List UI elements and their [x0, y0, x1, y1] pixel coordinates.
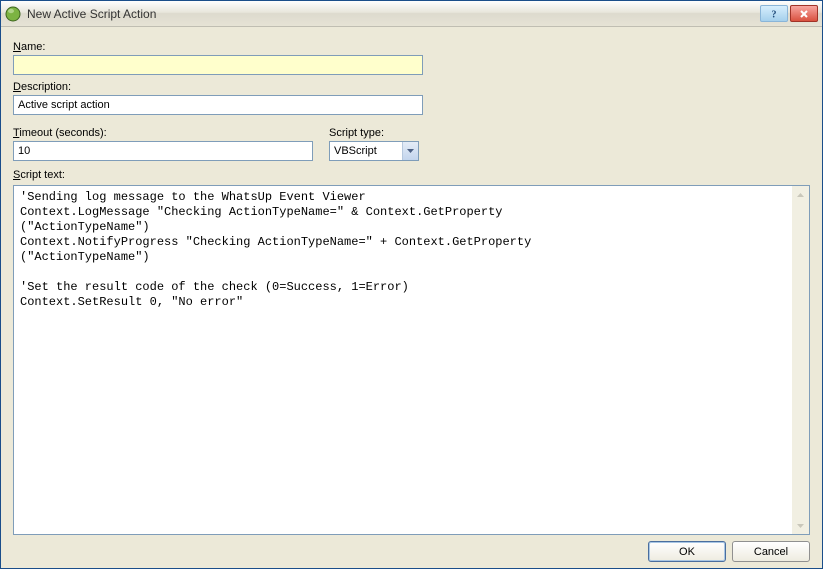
script-type-select[interactable]: VBScript — [329, 141, 419, 161]
vertical-scrollbar[interactable] — [792, 186, 809, 534]
timeout-scripttype-row: Timeout (seconds): Script type: VBScript — [13, 121, 810, 161]
description-label-text: escription: — [21, 81, 71, 93]
script-text-content[interactable]: 'Sending log message to the WhatsUp Even… — [14, 186, 792, 534]
name-input[interactable] — [13, 55, 423, 75]
scroll-down-icon[interactable] — [792, 517, 809, 534]
script-text-label: Script text: — [13, 169, 810, 181]
script-type-label: Script type: — [329, 127, 419, 139]
name-label: Name: — [13, 41, 810, 53]
dialog-window: New Active Script Action ? Name: Descrip… — [0, 0, 823, 569]
dialog-content: Name: Description: Timeout (seconds): Sc… — [1, 27, 822, 568]
ok-button[interactable]: OK — [648, 541, 726, 562]
app-icon — [5, 6, 21, 22]
scroll-up-icon[interactable] — [792, 186, 809, 203]
close-button[interactable] — [790, 5, 818, 22]
titlebar: New Active Script Action ? — [1, 1, 822, 27]
timeout-column: Timeout (seconds): — [13, 121, 313, 161]
description-label-accelerator: D — [13, 81, 21, 93]
window-title: New Active Script Action — [27, 7, 760, 21]
script-text-area[interactable]: 'Sending log message to the WhatsUp Even… — [13, 185, 810, 535]
description-label: Description: — [13, 81, 810, 93]
timeout-input[interactable] — [13, 141, 313, 161]
help-button[interactable]: ? — [760, 5, 788, 22]
timeout-label: Timeout (seconds): — [13, 127, 313, 139]
scroll-track[interactable] — [792, 203, 809, 517]
name-label-accelerator: N — [13, 41, 21, 53]
chevron-down-icon[interactable] — [402, 142, 418, 160]
name-label-text: ame: — [21, 41, 45, 53]
dialog-button-row: OK Cancel — [13, 535, 810, 562]
cancel-button[interactable]: Cancel — [732, 541, 810, 562]
svg-text:?: ? — [772, 9, 777, 19]
script-type-column: Script type: VBScript — [329, 121, 419, 161]
description-input[interactable] — [13, 95, 423, 115]
titlebar-controls: ? — [760, 5, 818, 22]
script-text-label-text: cript text: — [20, 169, 65, 181]
script-type-value: VBScript — [330, 142, 402, 160]
timeout-label-text: imeout (seconds): — [19, 127, 106, 139]
